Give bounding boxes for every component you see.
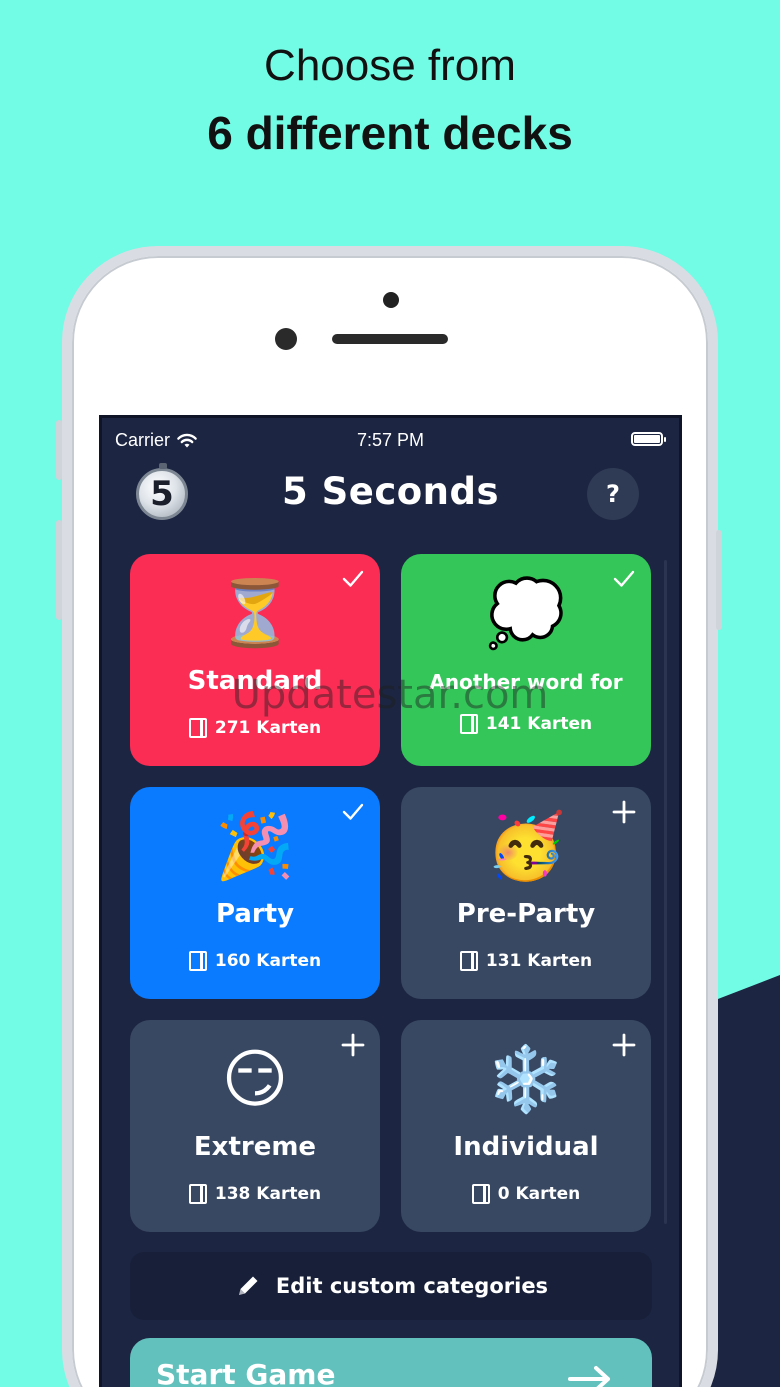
earpiece-speaker xyxy=(332,334,448,344)
cards-icon xyxy=(459,951,478,971)
deck-card-pre-party[interactable]: 🥳 Pre-Party 131 Karten xyxy=(401,787,651,999)
arrow-right-icon xyxy=(568,1366,610,1387)
deck-count: 141 Karten xyxy=(401,714,651,734)
promo-headline: Choose from 6 different decks xyxy=(0,38,780,166)
deck-count-label: 138 Karten xyxy=(214,1184,322,1204)
phone-side-button xyxy=(56,520,62,620)
deck-card-extreme[interactable]: 😏 Extreme 138 Karten xyxy=(130,1020,380,1232)
deck-count-label: 271 Karten xyxy=(214,718,322,738)
start-game-button[interactable]: Start Game xyxy=(130,1338,652,1387)
cards-icon xyxy=(188,1184,207,1204)
pencil-icon xyxy=(238,1276,258,1295)
deck-count-label: 0 Karten xyxy=(497,1184,581,1204)
help-label: ? xyxy=(606,480,620,508)
headline-line-1: Choose from xyxy=(264,41,516,90)
phone-side-button xyxy=(716,530,722,630)
checkmark-icon xyxy=(342,570,364,587)
plus-icon xyxy=(612,800,636,824)
cards-icon xyxy=(471,1184,490,1204)
headline-line-2: 6 different decks xyxy=(207,107,573,159)
deck-card-standard[interactable]: ⏳ Standard 271 Karten xyxy=(130,554,380,766)
proximity-sensor xyxy=(275,328,297,350)
deck-count: 131 Karten xyxy=(401,951,651,971)
deck-title: Extreme xyxy=(193,1132,317,1162)
deck-title: Individual xyxy=(453,1132,599,1162)
help-button[interactable]: ? xyxy=(587,468,639,520)
deck-title: Party xyxy=(215,899,295,929)
deck-title: Another word for xyxy=(429,670,623,694)
deck-count-label: 141 Karten xyxy=(485,714,593,734)
plus-icon xyxy=(341,1033,365,1057)
edit-custom-categories-button[interactable]: Edit custom categories xyxy=(130,1252,652,1320)
deck-title: Pre-Party xyxy=(456,899,596,929)
deck-title: Standard xyxy=(187,666,323,696)
deck-card-another-word-for[interactable]: 💭 Another word for 141 Karten xyxy=(401,554,651,766)
battery-icon xyxy=(631,432,666,446)
deck-count: 138 Karten xyxy=(130,1184,380,1204)
app-screen: Carrier 7:57 PM 5 5 Seconds ? ⏳ Standard… xyxy=(99,415,682,1387)
scrollbar[interactable] xyxy=(664,560,667,1224)
plus-icon xyxy=(612,1033,636,1057)
status-bar: Carrier 7:57 PM xyxy=(102,418,679,458)
deck-count: 160 Karten xyxy=(130,951,380,971)
app-header: 5 5 Seconds ? xyxy=(102,462,679,528)
cards-icon xyxy=(188,718,207,738)
deck-count-label: 160 Karten xyxy=(214,951,322,971)
cards-icon xyxy=(188,951,207,971)
deck-count: 0 Karten xyxy=(401,1184,651,1204)
checkmark-icon xyxy=(342,803,364,820)
deck-count-label: 131 Karten xyxy=(485,951,593,971)
front-camera xyxy=(383,292,399,308)
deck-card-individual[interactable]: ❄️ Individual 0 Karten xyxy=(401,1020,651,1232)
edit-button-label: Edit custom categories xyxy=(275,1274,549,1298)
deck-card-party[interactable]: 🎉 Party 160 Karten xyxy=(130,787,380,999)
phone-side-button xyxy=(56,420,62,480)
deck-count: 271 Karten xyxy=(130,718,380,738)
checkmark-icon xyxy=(613,570,635,587)
status-time: 7:57 PM xyxy=(356,430,425,450)
cards-icon xyxy=(459,714,478,734)
start-button-label: Start Game xyxy=(156,1358,336,1387)
